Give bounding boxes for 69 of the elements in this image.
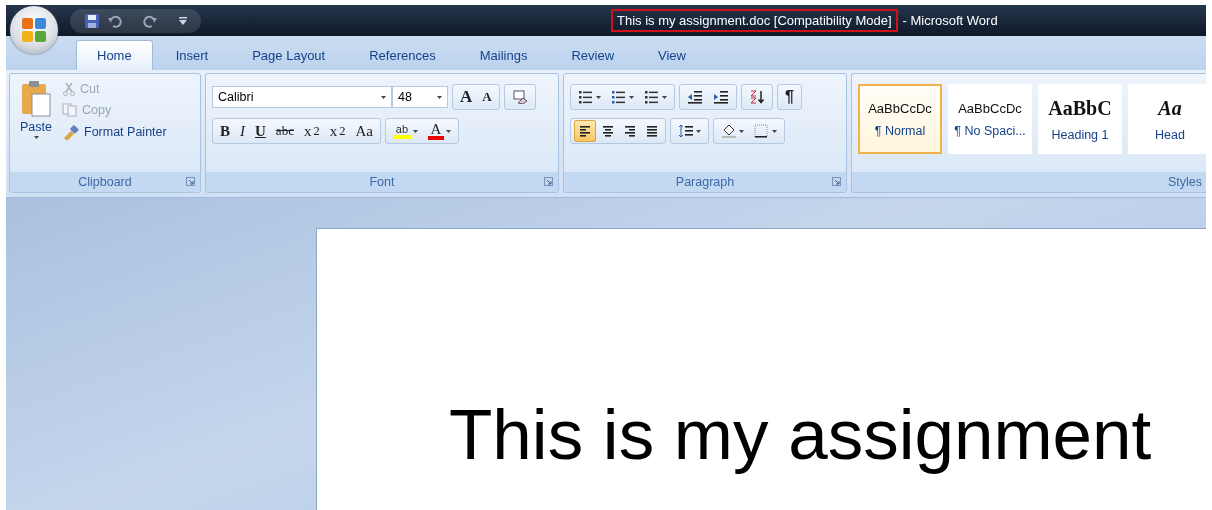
bullet-list-icon [578, 90, 594, 104]
caret-icon [629, 95, 634, 99]
document-text: This is my assignment [449, 394, 1153, 475]
shading-bucket-icon [721, 124, 737, 138]
ribbon-tab[interactable]: Page Layout [231, 40, 347, 70]
ribbon-tab[interactable]: View [637, 40, 707, 70]
caret-icon [772, 129, 777, 133]
ribbon-tab[interactable]: Review [550, 40, 635, 70]
caret-icon [412, 129, 418, 133]
dialog-launcher-icon[interactable] [186, 177, 195, 186]
align-left-button[interactable] [574, 120, 596, 142]
app-logo [19, 15, 49, 45]
group-label: Clipboard [78, 175, 132, 189]
redo-icon[interactable] [143, 13, 157, 28]
caret-icon [662, 95, 667, 99]
ribbon-tab[interactable]: Home [76, 40, 153, 70]
grow-font-button[interactable]: A [456, 86, 477, 108]
style-gallery-item[interactable]: AaBbCcDc ¶ No Spaci... [948, 84, 1032, 154]
font-size-field[interactable]: 48 [392, 86, 448, 108]
caret-icon [596, 95, 601, 99]
dialog-launcher-icon[interactable] [544, 177, 553, 186]
highlight-button[interactable]: ab [388, 120, 422, 142]
clipboard-icon [20, 80, 52, 118]
align-right-icon [624, 125, 636, 137]
clear-formatting-icon [511, 90, 528, 104]
caret-icon [739, 129, 744, 133]
font-color-button[interactable]: A [423, 120, 455, 142]
numbered-list-icon [611, 90, 627, 104]
decrease-indent-icon [687, 90, 703, 104]
document-title: This is my assignment.doc [Compatibility Mode] [611, 9, 898, 32]
scissors-icon [62, 82, 76, 96]
ribbon-tab[interactable]: References [348, 40, 457, 70]
save-icon[interactable] [84, 12, 100, 29]
ribbon-tab[interactable]: Mailings [458, 40, 549, 70]
format-painter-button[interactable]: Format Painter [60, 122, 169, 142]
undo-icon[interactable] [108, 13, 122, 28]
align-justify-icon [646, 125, 658, 137]
shrink-font-button[interactable]: A [478, 86, 496, 108]
caret-icon [696, 129, 701, 133]
bold-button[interactable]: B [216, 120, 234, 142]
multilevel-list-icon [644, 90, 660, 104]
font-name-field[interactable]: Calibri [212, 86, 392, 108]
underline-button[interactable]: U [251, 120, 270, 142]
style-gallery-item[interactable]: AaBbCcDc ¶ Normal [858, 84, 942, 154]
caret-icon [445, 129, 451, 133]
ribbon-tab[interactable]: Insert [154, 40, 230, 70]
increase-indent-icon [713, 90, 729, 104]
strike-button[interactable]: abc [271, 120, 298, 142]
align-left-icon [579, 125, 591, 137]
align-center-icon [602, 125, 614, 137]
customize-toolbar-icon[interactable] [179, 16, 187, 25]
caret-icon [33, 136, 39, 139]
paintbrush-icon [62, 124, 80, 140]
sort-icon [749, 90, 765, 104]
app-title: - Microsoft Word [902, 13, 998, 28]
paste-button[interactable]: Paste [16, 78, 56, 168]
borders-icon [754, 124, 770, 138]
case-button[interactable]: Aa [351, 120, 377, 142]
italic-button[interactable]: I [236, 120, 249, 142]
group-label: Font [369, 175, 395, 189]
copy-icon [62, 103, 78, 117]
group-label: Paragraph [675, 175, 735, 189]
group-label: Styles [1167, 175, 1202, 189]
caret-icon [437, 95, 442, 99]
caret-icon [381, 95, 386, 99]
dialog-launcher-icon[interactable] [832, 177, 841, 186]
line-spacing-icon [678, 124, 694, 138]
style-gallery-item[interactable]: AaBbC Heading 1 [1038, 84, 1122, 154]
style-gallery-item[interactable]: Aa Head [1128, 84, 1206, 154]
